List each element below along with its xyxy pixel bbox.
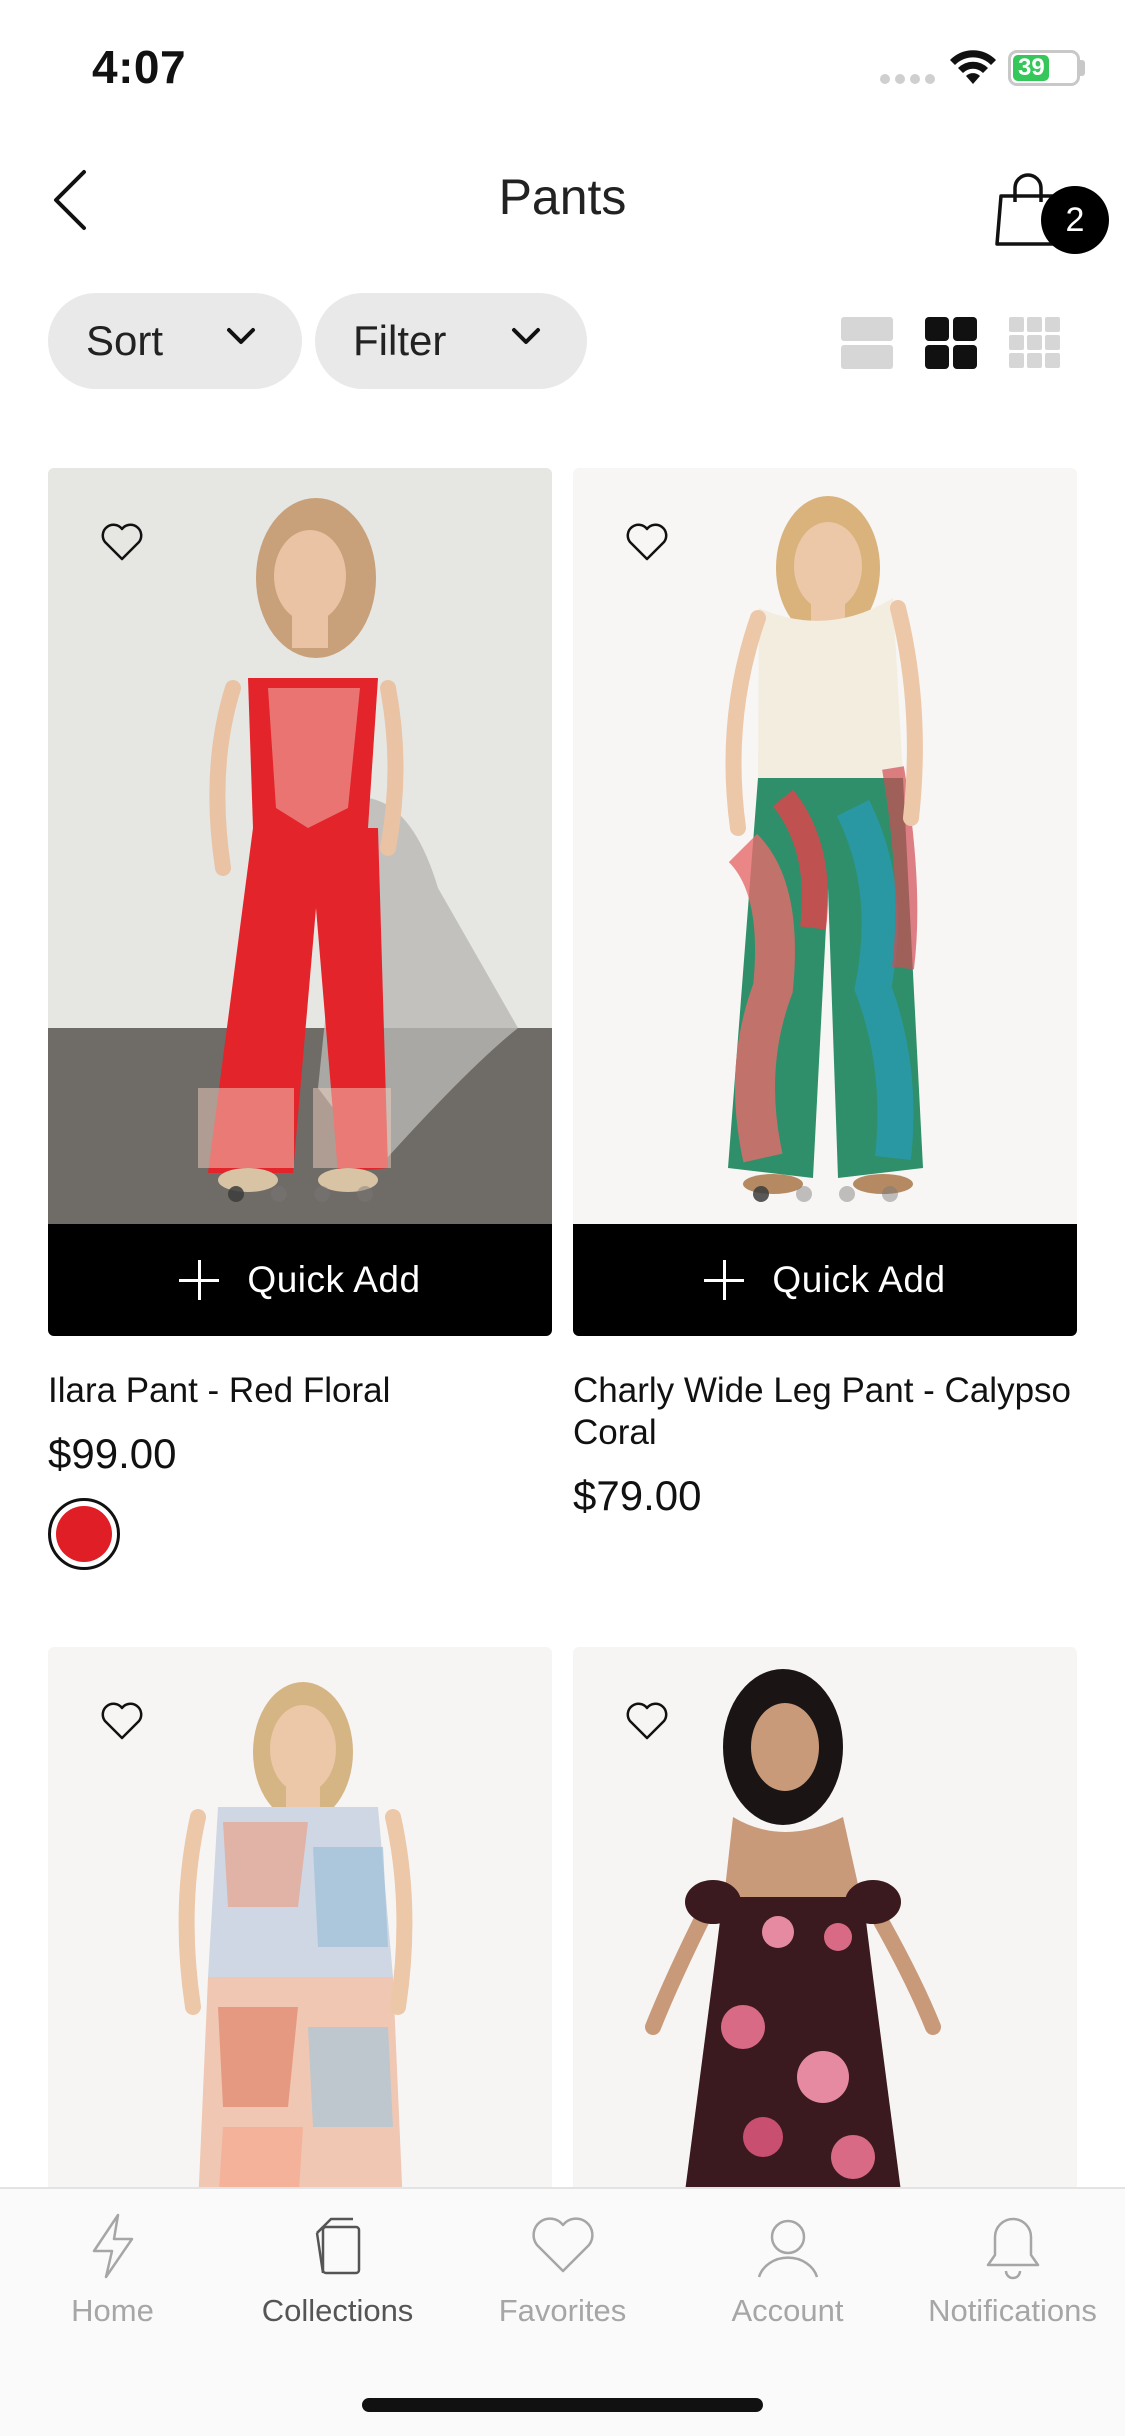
grid-view-icon[interactable] (925, 317, 977, 369)
heart-icon[interactable] (100, 1701, 144, 1741)
tab-home-label: Home (71, 2293, 154, 2328)
heart-icon[interactable] (625, 522, 669, 562)
product-image[interactable] (48, 468, 552, 1224)
bell-icon (986, 2217, 1039, 2280)
quick-add-button[interactable]: Quick Add (573, 1224, 1077, 1336)
filter-label: Filter (353, 317, 447, 364)
filter-button[interactable]: Filter (315, 293, 587, 389)
image-pagination-dots (573, 1186, 1077, 1202)
page-title: Pants (498, 169, 627, 225)
status-bar: 4:07 39 (0, 0, 1125, 130)
toolbar: Sort Filter (0, 293, 1125, 391)
tab-collections-label: Collections (261, 2293, 414, 2328)
dense-grid-view-icon[interactable] (1009, 317, 1061, 369)
product-photo-red-floral (48, 468, 552, 1224)
status-time: 4:07 (92, 41, 187, 93)
tab-favorites-label: Favorites (498, 2293, 627, 2328)
sort-button[interactable]: Sort (48, 293, 302, 389)
quick-add-label: Quick Add (247, 1259, 421, 1300)
lightning-icon (92, 2213, 133, 2279)
battery-cap (1080, 60, 1085, 76)
plus-icon (179, 1260, 220, 1300)
cart-count-badge: 2 (1041, 186, 1109, 254)
product-image[interactable] (573, 468, 1077, 1224)
chevron-down-icon (227, 328, 255, 344)
tab-favorites[interactable]: Favorites (450, 2211, 675, 2341)
image-pagination-dots (48, 1186, 552, 1202)
heart-icon[interactable] (100, 522, 144, 562)
tab-account[interactable]: Account (675, 2211, 900, 2341)
quick-add-button[interactable]: Quick Add (48, 1224, 552, 1336)
quick-add-label: Quick Add (772, 1259, 946, 1300)
person-icon (757, 2219, 818, 2278)
color-swatch[interactable] (48, 1498, 120, 1570)
product-photo-calypso-coral (573, 468, 1077, 1224)
tab-home[interactable]: Home (0, 2211, 225, 2341)
tab-notifications[interactable]: Notifications (900, 2211, 1125, 2341)
product-image[interactable] (48, 1647, 552, 2207)
plus-icon (704, 1260, 745, 1300)
header: Pants (0, 150, 1125, 250)
battery-icon: 39 (1008, 50, 1080, 86)
product-image[interactable] (573, 1647, 1077, 2207)
product-name[interactable]: Ilara Pant - Red Floral (48, 1370, 552, 1412)
wifi-icon (950, 50, 996, 84)
tab-collections[interactable]: Collections (225, 2211, 450, 2341)
tab-account-label: Account (731, 2293, 844, 2328)
product-price: $79.00 (573, 1472, 702, 1519)
tab-notifications-label: Notifications (928, 2293, 1097, 2328)
home-indicator (362, 2398, 763, 2412)
heart-icon[interactable] (625, 1701, 669, 1741)
chevron-down-icon (512, 328, 540, 344)
cellular-signal-icon (880, 74, 936, 84)
product-card[interactable]: Quick Add Charly Wide Leg Pant - Calypso… (573, 468, 1077, 1568)
collections-icon (315, 2217, 360, 2275)
sort-label: Sort (86, 317, 164, 364)
heart-icon (531, 2217, 594, 2273)
battery-level: 39 (1013, 55, 1049, 81)
product-price: $99.00 (48, 1430, 177, 1477)
single-column-view-icon[interactable] (841, 317, 893, 369)
product-name[interactable]: Charly Wide Leg Pant - Calypso Coral (573, 1370, 1077, 1454)
product-card[interactable]: Quick Add Ilara Pant - Red Floral $99.00 (48, 468, 552, 1570)
